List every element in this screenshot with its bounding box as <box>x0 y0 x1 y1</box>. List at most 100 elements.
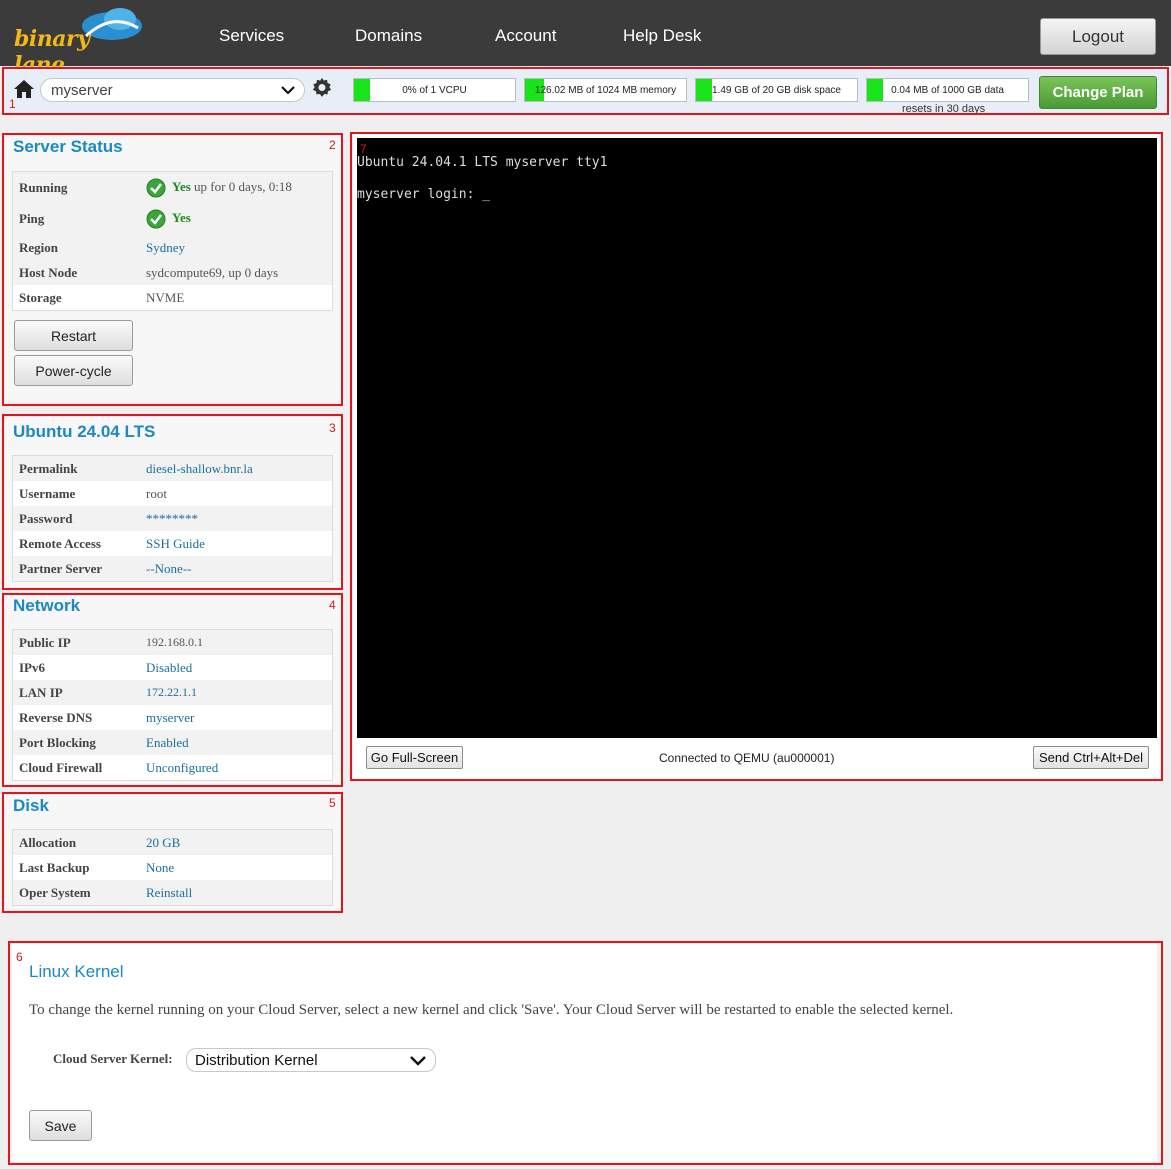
uptime: up for 0 days, 0:18 <box>194 178 292 194</box>
memory-usage-label: 126.02 MB of 1024 MB memory <box>534 84 677 96</box>
kernel-label: Cloud Server Kernel: <box>53 1051 173 1066</box>
memory-usage-bar: 126.02 MB of 1024 MB memory <box>524 78 687 102</box>
table-row: Public IP 192.168.0.1 <box>13 630 332 655</box>
data-reset-note: resets in 30 days <box>902 103 986 115</box>
table-row: Password ******** <box>13 506 332 531</box>
annotation-label-7: 7 <box>360 142 367 156</box>
console-status: Connected to QEMU (au000001) <box>659 751 835 765</box>
table-row: Ping Yes <box>13 203 332 235</box>
row-value: NVME <box>146 289 185 305</box>
annotation-label-4: 4 <box>329 598 336 612</box>
kernel-select[interactable]: Distribution Kernel <box>186 1048 436 1072</box>
os-title: Ubuntu 24.04 LTS <box>13 422 156 441</box>
kernel-panel <box>12 944 1157 1162</box>
annotation-label-1: 1 <box>9 97 16 111</box>
row-key: Remote Access <box>19 535 101 551</box>
port-blocking-link[interactable]: Enabled <box>146 735 332 751</box>
nav-domains[interactable]: Domains <box>355 26 422 46</box>
table-row: Permalink diesel-shallow.bnr.la <box>13 456 332 481</box>
console-line: myserver login: _ <box>357 187 491 202</box>
check-icon <box>146 209 166 229</box>
row-value: sydcompute69, up 0 days <box>146 264 279 280</box>
lan-ip-link[interactable]: 172.22.1.1 <box>146 685 332 700</box>
annotation-label-6: 6 <box>16 950 23 964</box>
save-button[interactable]: Save <box>29 1110 92 1141</box>
gear-icon[interactable] <box>311 77 333 99</box>
row-key: Ping <box>19 211 45 226</box>
allocation-link[interactable]: 20 GB <box>146 835 332 851</box>
region-link[interactable]: Sydney <box>146 240 332 256</box>
row-key: Reverse DNS <box>19 709 93 725</box>
cloud-firewall-link[interactable]: Unconfigured <box>146 760 332 776</box>
row-key: Running <box>19 179 68 195</box>
running-yes: Yes <box>172 178 191 194</box>
restart-button[interactable]: Restart <box>14 320 133 351</box>
permalink-link[interactable]: diesel-shallow.bnr.la <box>146 461 332 477</box>
table-row: IPv6 Disabled <box>13 655 332 680</box>
logout-button[interactable]: Logout <box>1040 18 1156 55</box>
vcpu-usage-fill <box>354 79 370 101</box>
data-usage-bar: 0.04 MB of 1000 GB data <box>866 78 1029 102</box>
password-link[interactable]: ******** <box>146 511 332 527</box>
row-key: Permalink <box>19 460 78 476</box>
row-value: Yes <box>146 209 332 229</box>
row-key: Region <box>19 239 58 255</box>
row-key: Public IP <box>19 634 71 650</box>
disk-usage-fill <box>696 79 712 101</box>
row-value: 192.168.0.1 <box>146 635 203 649</box>
nav-services[interactable]: Services <box>219 26 284 46</box>
ping-yes: Yes <box>172 209 191 225</box>
nav-help-desk[interactable]: Help Desk <box>623 26 701 46</box>
annotation-label-5: 5 <box>329 796 336 810</box>
network-title: Network <box>13 596 81 615</box>
table-row: Cloud Firewall Unconfigured <box>13 755 332 780</box>
table-row: Storage NVME <box>13 285 332 310</box>
ipv6-link[interactable]: Disabled <box>146 660 332 676</box>
data-usage-fill <box>867 79 883 101</box>
kernel-title: Linux Kernel <box>29 962 124 981</box>
vcpu-usage-bar: 0% of 1 VCPU <box>353 78 516 102</box>
disk-table: Allocation 20 GB Last Backup None Oper Sys… <box>12 829 333 906</box>
row-key: IPv6 <box>19 659 45 675</box>
row-value: root <box>146 485 167 501</box>
last-backup-link[interactable]: None <box>146 860 332 876</box>
console-line: Ubuntu 24.04.1 LTS myserver tty1 <box>357 155 608 170</box>
table-row: Reverse DNS myserver <box>13 705 332 730</box>
table-row: Allocation 20 GB <box>13 830 332 855</box>
row-value: Yes up for 0 days, 0:18 <box>146 178 332 198</box>
kernel-description: To change the kernel running on your Clo… <box>29 1002 954 1018</box>
ctrl-alt-del-button[interactable]: Send Ctrl+Alt+Del <box>1033 746 1149 769</box>
row-key: Host Node <box>19 264 78 280</box>
table-row: Port Blocking Enabled <box>13 730 332 755</box>
row-key: Allocation <box>19 834 77 850</box>
top-navbar <box>0 0 1171 66</box>
partner-server-link[interactable]: --None-- <box>146 561 332 577</box>
table-row: Last Backup None <box>13 855 332 880</box>
server-status-table: Running Yes up for 0 days, 0:18 Ping Yes… <box>12 171 333 311</box>
vnc-console[interactable]: Ubuntu 24.04.1 LTS myserver tty1 myserve… <box>357 138 1157 738</box>
kernel-select-value: Distribution Kernel <box>195 1052 318 1069</box>
reverse-dns-link[interactable]: myserver <box>146 710 332 726</box>
chevron-down-icon <box>281 86 295 95</box>
server-select[interactable]: myserver <box>40 78 305 102</box>
power-cycle-button[interactable]: Power-cycle <box>14 355 133 386</box>
change-plan-button[interactable]: Change Plan <box>1039 76 1157 109</box>
row-key: LAN IP <box>19 684 63 700</box>
fullscreen-button[interactable]: Go Full-Screen <box>366 746 463 769</box>
vcpu-usage-label: 0% of 1 VCPU <box>402 84 467 96</box>
row-key: Cloud Firewall <box>19 759 103 775</box>
annotation-label-3: 3 <box>329 421 336 435</box>
row-key: Username <box>19 485 76 501</box>
ssh-guide-link[interactable]: SSH Guide <box>146 536 332 552</box>
disk-usage-label: 1.49 GB of 20 GB disk space <box>712 84 841 96</box>
nav-account[interactable]: Account <box>495 26 556 46</box>
row-key: Storage <box>19 289 62 305</box>
table-row: Partner Server --None-- <box>13 556 332 581</box>
server-status-title: Server Status <box>13 137 123 156</box>
disk-title: Disk <box>13 796 49 815</box>
annotation-label-2: 2 <box>329 138 336 152</box>
table-row: Host Node sydcompute69, up 0 days <box>13 260 332 285</box>
reinstall-link[interactable]: Reinstall <box>146 885 332 901</box>
table-row: Remote Access SSH Guide <box>13 531 332 556</box>
binary-lane-logo[interactable]: binary lane <box>12 4 142 78</box>
